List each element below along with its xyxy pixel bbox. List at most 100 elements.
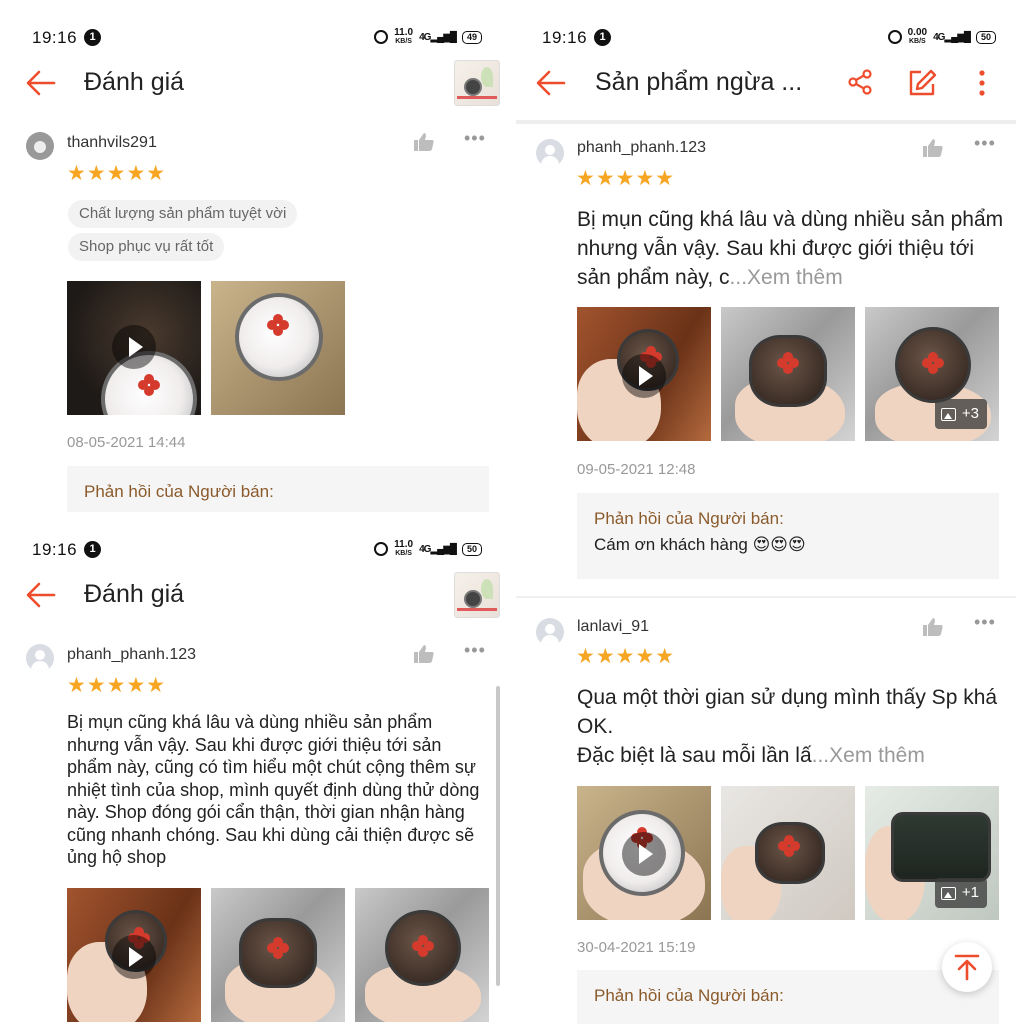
network-speed: 0.00 KB/S xyxy=(908,28,927,46)
seller-reply-label: Phản hồi của Người bán: xyxy=(594,986,784,1005)
see-more-link[interactable]: ...Xem thêm xyxy=(812,744,925,767)
thumbs-up-icon[interactable] xyxy=(922,617,944,637)
rating-stars: ★★★★★ xyxy=(67,162,167,185)
review-username[interactable]: phanh_phanh.123 xyxy=(67,646,196,664)
gallery-icon xyxy=(940,886,956,900)
page-title: Đánh giá xyxy=(84,580,185,608)
seller-reply-label: Phản hồi của Người bán: xyxy=(594,509,784,528)
avatar[interactable] xyxy=(26,644,54,672)
review-image[interactable] xyxy=(211,888,345,1022)
play-icon[interactable] xyxy=(622,832,666,876)
screenshot-panel-top-left: 19:16 1 11.0 KB/S 4G▂▄▆█ 49 Đánh giá tha… xyxy=(0,0,510,512)
battery-icon: 50 xyxy=(461,542,482,556)
rating-stars: ★★★★★ xyxy=(67,674,167,697)
edit-icon[interactable] xyxy=(907,68,937,98)
signal-icon: 4G▂▄▆█ xyxy=(933,31,971,43)
review-video[interactable] xyxy=(67,281,201,415)
alarm-icon xyxy=(887,30,902,44)
product-thumbnail[interactable] xyxy=(454,572,500,618)
scrollbar[interactable] xyxy=(496,686,500,986)
network-speed-value: 11.0 xyxy=(394,27,414,38)
thumbs-up-icon[interactable] xyxy=(413,132,435,152)
more-images-count: +1 xyxy=(961,884,979,901)
network-speed: 11.0 KB/S xyxy=(394,540,413,558)
top-bar: Đánh giá xyxy=(0,58,510,108)
review-date: 30-04-2021 15:19 xyxy=(577,939,696,956)
signal-icon: 4G▂▄▆█ xyxy=(419,543,457,555)
alarm-icon xyxy=(374,30,389,44)
gallery-icon xyxy=(940,407,956,421)
battery-icon: 49 xyxy=(461,30,482,44)
more-horizontal-icon[interactable]: ••• xyxy=(464,640,486,661)
product-thumbnail[interactable] xyxy=(454,60,500,106)
more-vertical-icon[interactable] xyxy=(976,68,988,98)
arrow-up-icon xyxy=(954,954,980,981)
header-shadow xyxy=(516,120,1016,124)
avatar[interactable] xyxy=(536,618,564,646)
status-bar: 19:16 1 11.0 KB/S 4G▂▄▆█ 50 xyxy=(0,534,510,564)
seller-reply-text: Cám ơn khách hàng 😍😍😍 xyxy=(594,535,806,554)
notification-badge: 1 xyxy=(594,29,611,46)
review-text: Qua một thời gian sử dụng mình thấy Sp k… xyxy=(577,683,1006,770)
arrow-left-icon[interactable] xyxy=(534,66,568,100)
avatar[interactable] xyxy=(536,139,564,167)
network-speed-value: 0.00 xyxy=(907,27,928,38)
rating-stars: ★★★★★ xyxy=(576,645,676,668)
review-text-body: Đặc biệt là sau mỗi lần lấ xyxy=(577,744,812,767)
more-horizontal-icon[interactable]: ••• xyxy=(974,133,996,154)
status-time: 19:16 xyxy=(542,28,588,47)
review-tag: Chất lượng sản phẩm tuyệt vời xyxy=(68,200,298,228)
rating-stars: ★★★★★ xyxy=(576,167,676,190)
page-title: Sản phẩm ngừa ... xyxy=(595,68,803,96)
screenshot-panel-bottom-left: 19:16 1 11.0 KB/S 4G▂▄▆█ 50 Đánh giá pha… xyxy=(0,512,510,1024)
notification-badge: 1 xyxy=(84,29,101,46)
see-more-link[interactable]: ...Xem thêm xyxy=(730,266,843,289)
review-video[interactable] xyxy=(67,888,201,1022)
more-images-badge[interactable]: +3 xyxy=(934,399,987,429)
review-image[interactable] xyxy=(211,281,345,415)
status-icons: 11.0 KB/S 4G▂▄▆█ 49 xyxy=(374,28,482,46)
thumbs-up-icon[interactable] xyxy=(413,644,435,664)
scroll-to-top-button[interactable] xyxy=(942,942,992,992)
review-image[interactable] xyxy=(355,888,489,1022)
more-horizontal-icon[interactable]: ••• xyxy=(974,612,996,633)
review-video[interactable] xyxy=(577,786,711,920)
share-icon[interactable] xyxy=(846,68,874,96)
battery-icon: 50 xyxy=(975,30,996,44)
status-icons: 0.00 KB/S 4G▂▄▆█ 50 xyxy=(887,28,996,46)
avatar[interactable] xyxy=(26,132,54,160)
more-images-badge[interactable]: +1 xyxy=(934,878,987,908)
review-video[interactable] xyxy=(577,307,711,441)
review-image[interactable]: +1 xyxy=(865,786,999,920)
notification-badge: 1 xyxy=(84,541,101,558)
alarm-icon xyxy=(374,542,389,556)
review-image[interactable]: +3 xyxy=(865,307,999,441)
seller-reply-label: Phản hồi của Người bán: xyxy=(84,482,274,501)
play-icon[interactable] xyxy=(112,325,156,369)
seller-reply: Phản hồi của Người bán: xyxy=(67,466,489,512)
play-icon[interactable] xyxy=(622,354,666,398)
review-username[interactable]: phanh_phanh.123 xyxy=(577,139,706,157)
review-tag: Shop phục vụ rất tốt xyxy=(68,233,225,261)
thumbs-up-icon[interactable] xyxy=(922,138,944,158)
arrow-left-icon[interactable] xyxy=(24,66,58,100)
play-icon[interactable] xyxy=(112,935,156,979)
network-type: 4G xyxy=(419,543,431,555)
review-username[interactable]: lanlavi_91 xyxy=(577,618,649,636)
review-image[interactable] xyxy=(721,307,855,441)
status-time: 19:16 xyxy=(32,28,78,47)
seller-reply: Phản hồi của Người bán: Cám ơn khách hàn… xyxy=(577,493,999,579)
seller-reply: Phản hồi của Người bán: xyxy=(577,970,999,1024)
top-bar: Đánh giá xyxy=(0,570,510,620)
review-username[interactable]: thanhvils291 xyxy=(67,134,157,152)
network-speed: 11.0 KB/S xyxy=(394,28,413,46)
review-image[interactable] xyxy=(721,786,855,920)
review-date: 09-05-2021 12:48 xyxy=(577,461,696,478)
arrow-left-icon[interactable] xyxy=(24,578,58,612)
review-text-line: Qua một thời gian sử dụng mình thấy Sp k… xyxy=(577,686,998,738)
status-time: 19:16 xyxy=(32,540,78,559)
more-horizontal-icon[interactable]: ••• xyxy=(464,128,486,149)
network-speed-unit: KB/S xyxy=(908,38,926,45)
network-speed-value: 11.0 xyxy=(394,539,414,550)
network-speed-unit: KB/S xyxy=(395,550,412,557)
